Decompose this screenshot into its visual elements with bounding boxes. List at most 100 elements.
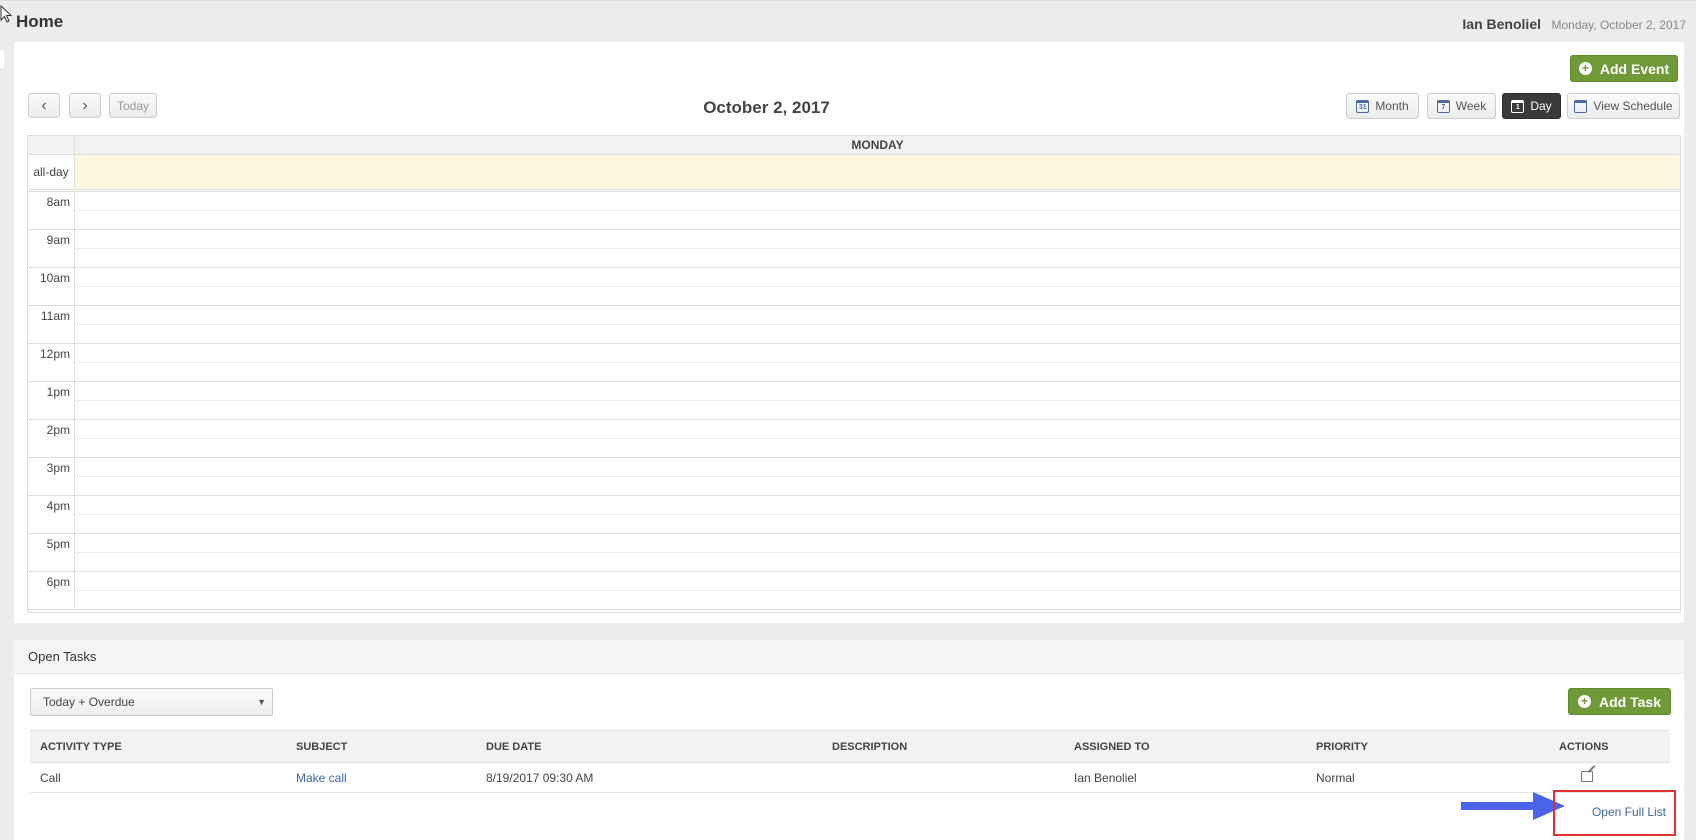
- hour-row: 8am: [28, 192, 1680, 230]
- hour-slot[interactable]: [75, 344, 1680, 381]
- allday-row: all-day: [28, 155, 1680, 192]
- col-activity-type[interactable]: ACTIVITY TYPE: [30, 730, 286, 763]
- add-task-button[interactable]: + Add Task: [1568, 688, 1671, 715]
- col-priority[interactable]: PRIORITY: [1306, 730, 1549, 763]
- col-actions: ACTIONS: [1549, 730, 1670, 763]
- edit-icon[interactable]: [1581, 770, 1593, 782]
- hour-slot[interactable]: [75, 192, 1680, 229]
- half-hour-slot[interactable]: [75, 211, 1680, 229]
- half-hour-slot[interactable]: [75, 325, 1680, 343]
- half-hour-slot[interactable]: [75, 591, 1680, 609]
- page-title: Home: [16, 12, 64, 31]
- view-schedule-label: View Schedule: [1593, 99, 1673, 113]
- open-tasks-panel: Open Tasks Today + Overdue ▼ + Add Task …: [14, 640, 1684, 840]
- day-header: MONDAY: [851, 138, 904, 152]
- half-hour-slot[interactable]: [75, 477, 1680, 495]
- hour-row: 11am: [28, 306, 1680, 344]
- half-hour-slot[interactable]: [75, 439, 1680, 457]
- add-task-label: Add Task: [1599, 693, 1661, 710]
- half-hour-slot[interactable]: [75, 534, 1680, 553]
- half-hour-slot[interactable]: [75, 382, 1680, 401]
- calendar-icon: 31: [1356, 99, 1370, 113]
- day-grid: MONDAY all-day 8am 9am 10am 11am 12pm 1pm 2pm 3…: [27, 135, 1681, 613]
- cell-assigned-to: Ian Benoliel: [1064, 762, 1306, 793]
- table-row: Call Make call 8/19/2017 09:30 AM Ian Be…: [30, 762, 1670, 793]
- hour-row: 6pm: [28, 572, 1680, 610]
- hour-row: 4pm: [28, 496, 1680, 534]
- plus-circle-icon: +: [1578, 695, 1591, 708]
- table-header-row: ACTIVITY TYPE SUBJECT DUE DATE DESCRIPTI…: [30, 730, 1670, 763]
- plus-circle-icon: +: [1578, 62, 1592, 75]
- hour-rows: 8am 9am 10am 11am 12pm 1pm 2pm 3pm 4pm 5pm 6pm: [28, 192, 1680, 610]
- hour-slot[interactable]: [75, 496, 1680, 533]
- col-assigned-to[interactable]: ASSIGNED TO: [1064, 730, 1306, 763]
- hour-label: 8am: [28, 192, 75, 229]
- hour-label: 12pm: [28, 344, 75, 381]
- hour-slot[interactable]: [75, 572, 1680, 609]
- view-day-button[interactable]: 1 Day: [1502, 93, 1561, 119]
- grid-header: MONDAY: [28, 136, 1680, 155]
- hour-label: 11am: [28, 306, 75, 343]
- hour-slot[interactable]: [75, 534, 1680, 571]
- half-hour-slot[interactable]: [75, 496, 1680, 515]
- hour-label: 6pm: [28, 572, 75, 609]
- view-month-button[interactable]: 31 Month: [1346, 93, 1419, 119]
- hour-row: 1pm: [28, 382, 1680, 420]
- col-due-date[interactable]: DUE DATE: [476, 730, 822, 763]
- half-hour-slot[interactable]: [75, 306, 1680, 325]
- half-hour-slot[interactable]: [75, 192, 1680, 211]
- view-week-button[interactable]: 7 Week: [1427, 93, 1496, 119]
- top-bar: Home Ian Benoliel Monday, October 2, 201…: [0, 0, 1696, 42]
- add-event-label: Add Event: [1599, 60, 1670, 77]
- hour-slot[interactable]: [75, 268, 1680, 305]
- allday-label: all-day: [28, 155, 75, 189]
- half-hour-slot[interactable]: [75, 458, 1680, 477]
- left-edge-tab[interactable]: [0, 50, 4, 68]
- cell-subject-link[interactable]: Make call: [286, 762, 476, 793]
- cell-due-date: 8/19/2017 09:30 AM: [476, 762, 822, 793]
- calendar-icon: [1574, 99, 1588, 113]
- half-hour-slot[interactable]: [75, 515, 1680, 533]
- hour-row: 3pm: [28, 458, 1680, 496]
- view-month-label: Month: [1375, 99, 1409, 113]
- view-schedule-button[interactable]: View Schedule: [1567, 93, 1680, 119]
- half-hour-slot[interactable]: [75, 344, 1680, 363]
- mouse-cursor-icon: [0, 5, 13, 23]
- hour-label: 2pm: [28, 420, 75, 457]
- hour-slot[interactable]: [75, 230, 1680, 267]
- hour-slot[interactable]: [75, 382, 1680, 419]
- cell-activity-type: Call: [30, 762, 286, 793]
- cell-description: [822, 762, 1064, 793]
- col-subject[interactable]: SUBJECT: [286, 730, 476, 763]
- user-name[interactable]: Ian Benoliel: [1462, 16, 1541, 32]
- hour-row: 2pm: [28, 420, 1680, 458]
- hour-row: 9am: [28, 230, 1680, 268]
- half-hour-slot[interactable]: [75, 363, 1680, 381]
- task-filter-value: Today + Overdue: [43, 695, 135, 709]
- col-description[interactable]: DESCRIPTION: [822, 730, 1064, 763]
- half-hour-slot[interactable]: [75, 230, 1680, 249]
- half-hour-slot[interactable]: [75, 572, 1680, 591]
- calendar-current-date: October 2, 2017: [703, 98, 830, 117]
- hour-slot[interactable]: [75, 458, 1680, 495]
- open-tasks-title: Open Tasks: [14, 640, 1684, 674]
- half-hour-slot[interactable]: [75, 287, 1680, 305]
- view-week-label: Week: [1455, 99, 1487, 113]
- open-full-list-link[interactable]: Open Full List: [1592, 805, 1666, 819]
- hour-slot[interactable]: [75, 306, 1680, 343]
- calendar-icon: 7: [1436, 99, 1450, 113]
- hour-label: 4pm: [28, 496, 75, 533]
- hour-label: 3pm: [28, 458, 75, 495]
- half-hour-slot[interactable]: [75, 249, 1680, 267]
- half-hour-slot[interactable]: [75, 401, 1680, 419]
- hour-slot[interactable]: [75, 420, 1680, 457]
- task-filter-select[interactable]: Today + Overdue ▼: [30, 688, 273, 716]
- half-hour-slot[interactable]: [75, 420, 1680, 439]
- hour-label: 1pm: [28, 382, 75, 419]
- add-event-button[interactable]: + Add Event: [1570, 55, 1678, 82]
- half-hour-slot[interactable]: [75, 553, 1680, 571]
- hour-label: 5pm: [28, 534, 75, 571]
- allday-cell[interactable]: [75, 155, 1680, 189]
- hour-row: 12pm: [28, 344, 1680, 382]
- half-hour-slot[interactable]: [75, 268, 1680, 287]
